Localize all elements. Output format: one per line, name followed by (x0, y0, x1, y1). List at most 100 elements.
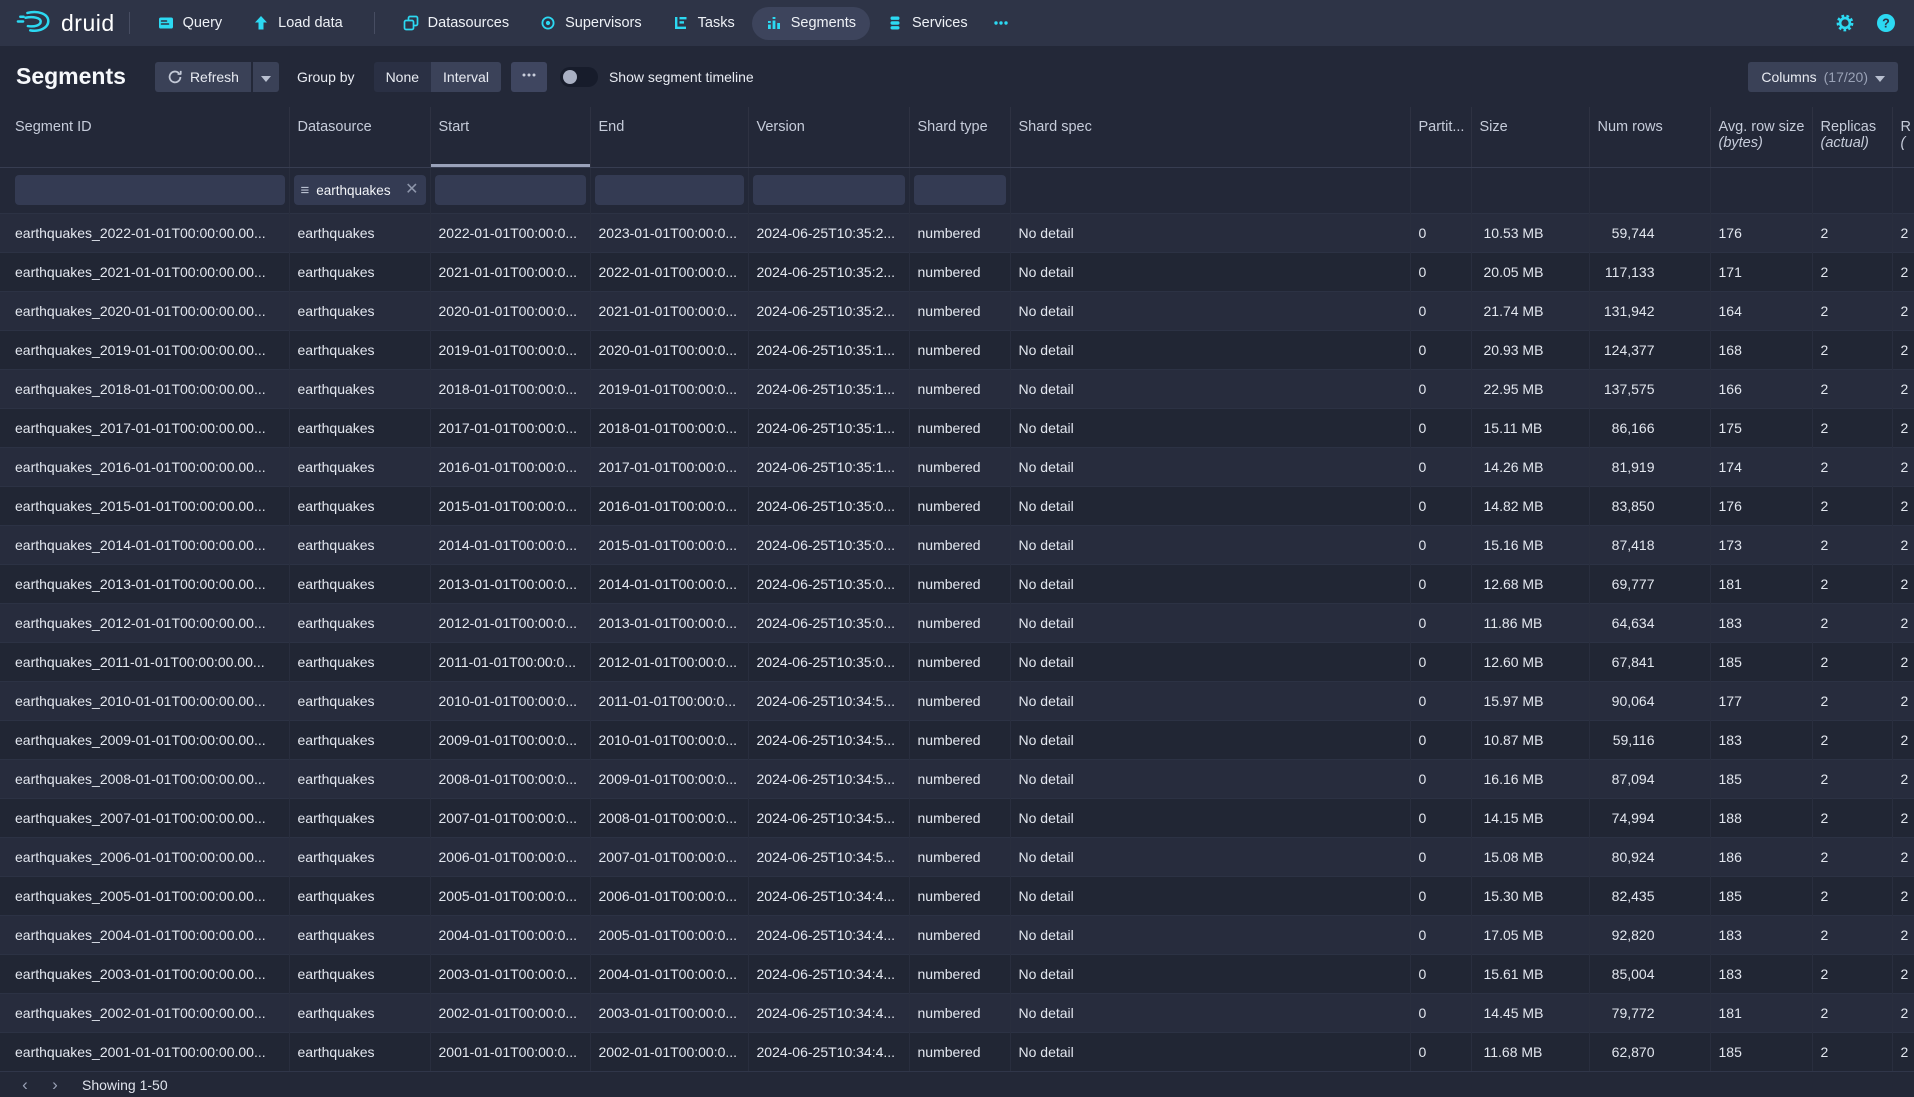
cell-end[interactable]: 2007-01-01T00:00:0... (590, 837, 748, 876)
cell-start[interactable]: 2020-01-01T00:00:0... (430, 291, 590, 330)
cell-num_rows[interactable]: 59,116 (1589, 720, 1710, 759)
cell-segment_id[interactable]: earthquakes_2013-01-01T00:00:00.00... (0, 564, 289, 603)
cell-replicas[interactable]: 2 (1812, 408, 1892, 447)
cell-start[interactable]: 2013-01-01T00:00:0... (430, 564, 590, 603)
cell-start[interactable]: 2001-01-01T00:00:0... (430, 1032, 590, 1071)
nav-item-supervisors[interactable]: Supervisors (526, 7, 656, 40)
cell-end[interactable]: 2018-01-01T00:00:0... (590, 408, 748, 447)
cell-end[interactable]: 2011-01-01T00:00:0... (590, 681, 748, 720)
cell-repl_factor[interactable]: 2 (1892, 681, 1914, 720)
cell-repl_factor[interactable]: 2 (1892, 291, 1914, 330)
cell-version[interactable]: 2024-06-25T10:35:0... (748, 525, 909, 564)
cell-end[interactable]: 2009-01-01T00:00:0... (590, 759, 748, 798)
cell-version[interactable]: 2024-06-25T10:35:2... (748, 291, 909, 330)
cell-num_rows[interactable]: 82,435 (1589, 876, 1710, 915)
cell-avg_row_size[interactable]: 183 (1710, 720, 1812, 759)
cell-start[interactable]: 2014-01-01T00:00:0... (430, 525, 590, 564)
cell-partition[interactable]: 0 (1410, 408, 1471, 447)
cell-size[interactable]: 12.60 MB (1471, 642, 1589, 681)
cell-datasource[interactable]: earthquakes (289, 642, 430, 681)
cell-repl_factor[interactable]: 2 (1892, 798, 1914, 837)
cell-size[interactable]: 14.45 MB (1471, 993, 1589, 1032)
cell-replicas[interactable]: 2 (1812, 837, 1892, 876)
cell-segment_id[interactable]: earthquakes_2022-01-01T00:00:00.00... (0, 213, 289, 252)
cell-start[interactable]: 2005-01-01T00:00:0... (430, 876, 590, 915)
cell-datasource[interactable]: earthquakes (289, 720, 430, 759)
cell-segment_id[interactable]: earthquakes_2012-01-01T00:00:00.00... (0, 603, 289, 642)
cell-end[interactable]: 2013-01-01T00:00:0... (590, 603, 748, 642)
cell-size[interactable]: 11.68 MB (1471, 1032, 1589, 1071)
column-header-end[interactable]: End (590, 107, 748, 167)
toolbar-more-button[interactable] (511, 62, 547, 92)
cell-start[interactable]: 2015-01-01T00:00:0... (430, 486, 590, 525)
cell-version[interactable]: 2024-06-25T10:34:5... (748, 837, 909, 876)
cell-shard_type[interactable]: numbered (909, 1032, 1010, 1071)
cell-segment_id[interactable]: earthquakes_2011-01-01T00:00:00.00... (0, 642, 289, 681)
cell-shard_type[interactable]: numbered (909, 720, 1010, 759)
columns-button[interactable]: Columns (17/20) (1748, 62, 1898, 92)
cell-size[interactable]: 14.82 MB (1471, 486, 1589, 525)
cell-size[interactable]: 15.97 MB (1471, 681, 1589, 720)
cell-avg_row_size[interactable]: 166 (1710, 369, 1812, 408)
cell-shard_type[interactable]: numbered (909, 291, 1010, 330)
cell-partition[interactable]: 0 (1410, 252, 1471, 291)
cell-shard_type[interactable]: numbered (909, 876, 1010, 915)
cell-avg_row_size[interactable]: 188 (1710, 798, 1812, 837)
cell-segment_id[interactable]: earthquakes_2014-01-01T00:00:00.00... (0, 525, 289, 564)
cell-shard_spec[interactable]: No detail (1010, 993, 1410, 1032)
cell-version[interactable]: 2024-06-25T10:34:5... (748, 798, 909, 837)
cell-version[interactable]: 2024-06-25T10:34:5... (748, 759, 909, 798)
column-header-shard_spec[interactable]: Shard spec (1010, 107, 1410, 167)
cell-repl_factor[interactable]: 2 (1892, 447, 1914, 486)
cell-replicas[interactable]: 2 (1812, 681, 1892, 720)
cell-shard_spec[interactable]: No detail (1010, 876, 1410, 915)
cell-datasource[interactable]: earthquakes (289, 603, 430, 642)
cell-size[interactable]: 15.61 MB (1471, 954, 1589, 993)
cell-datasource[interactable]: earthquakes (289, 369, 430, 408)
cell-shard_type[interactable]: numbered (909, 408, 1010, 447)
cell-partition[interactable]: 0 (1410, 954, 1471, 993)
cell-partition[interactable]: 0 (1410, 759, 1471, 798)
filter-input-segment_id[interactable] (15, 175, 285, 205)
cell-shard_spec[interactable]: No detail (1010, 486, 1410, 525)
filter-input-datasource[interactable]: ≡earthquakes✕ (294, 175, 426, 205)
cell-num_rows[interactable]: 59,744 (1589, 213, 1710, 252)
cell-shard_spec[interactable]: No detail (1010, 603, 1410, 642)
cell-replicas[interactable]: 2 (1812, 252, 1892, 291)
cell-replicas[interactable]: 2 (1812, 330, 1892, 369)
column-header-num_rows[interactable]: Num rows (1589, 107, 1710, 167)
cell-shard_spec[interactable]: No detail (1010, 564, 1410, 603)
cell-repl_factor[interactable]: 2 (1892, 876, 1914, 915)
cell-datasource[interactable]: earthquakes (289, 252, 430, 291)
cell-datasource[interactable]: earthquakes (289, 564, 430, 603)
cell-replicas[interactable]: 2 (1812, 213, 1892, 252)
cell-num_rows[interactable]: 87,094 (1589, 759, 1710, 798)
cell-num_rows[interactable]: 86,166 (1589, 408, 1710, 447)
cell-num_rows[interactable]: 92,820 (1589, 915, 1710, 954)
column-header-datasource[interactable]: Datasource (289, 107, 430, 167)
cell-partition[interactable]: 0 (1410, 837, 1471, 876)
cell-num_rows[interactable]: 131,942 (1589, 291, 1710, 330)
cell-partition[interactable]: 0 (1410, 915, 1471, 954)
cell-partition[interactable]: 0 (1410, 564, 1471, 603)
cell-num_rows[interactable]: 79,772 (1589, 993, 1710, 1032)
cell-end[interactable]: 2005-01-01T00:00:0... (590, 915, 748, 954)
cell-shard_type[interactable]: numbered (909, 330, 1010, 369)
cell-end[interactable]: 2020-01-01T00:00:0... (590, 330, 748, 369)
cell-start[interactable]: 2018-01-01T00:00:0... (430, 369, 590, 408)
cell-version[interactable]: 2024-06-25T10:35:0... (748, 603, 909, 642)
cell-start[interactable]: 2006-01-01T00:00:0... (430, 837, 590, 876)
cell-avg_row_size[interactable]: 181 (1710, 564, 1812, 603)
cell-datasource[interactable]: earthquakes (289, 798, 430, 837)
cell-shard_type[interactable]: numbered (909, 252, 1010, 291)
cell-avg_row_size[interactable]: 176 (1710, 213, 1812, 252)
cell-partition[interactable]: 0 (1410, 876, 1471, 915)
cell-end[interactable]: 2002-01-01T00:00:0... (590, 1032, 748, 1071)
cell-shard_type[interactable]: numbered (909, 369, 1010, 408)
cell-segment_id[interactable]: earthquakes_2021-01-01T00:00:00.00... (0, 252, 289, 291)
cell-shard_spec[interactable]: No detail (1010, 798, 1410, 837)
cell-shard_type[interactable]: numbered (909, 603, 1010, 642)
nav-item-load-data[interactable]: Load data (239, 7, 357, 40)
cell-datasource[interactable]: earthquakes (289, 525, 430, 564)
cell-end[interactable]: 2003-01-01T00:00:0... (590, 993, 748, 1032)
